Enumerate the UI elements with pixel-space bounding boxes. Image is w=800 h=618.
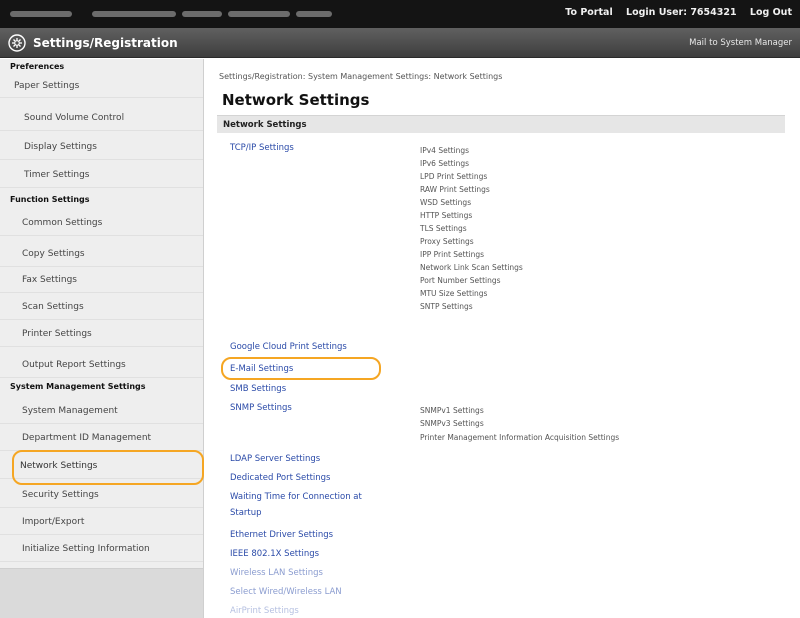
email-settings-highlight-ring <box>221 357 381 380</box>
link-dedicated-port-settings[interactable]: Dedicated Port Settings <box>230 473 331 483</box>
section-header-label: Network Settings <box>223 120 307 130</box>
sub-sntp-settings: SNTP Settings <box>420 302 473 311</box>
link-waiting-time-for-connection[interactable]: Waiting Time for Connection at <box>230 492 362 502</box>
sidebar-heading-preferences: Preferences <box>10 62 65 71</box>
blurred-text <box>228 11 290 17</box>
sub-proxy-settings: Proxy Settings <box>420 237 474 246</box>
link-smb-settings[interactable]: SMB Settings <box>230 384 286 394</box>
page-title: Network Settings <box>222 91 370 109</box>
sidebar-item-fax-settings[interactable]: Fax Settings <box>0 267 203 293</box>
to-portal-link[interactable]: To Portal <box>565 7 612 18</box>
top-links: To Portal Login User: 7654321 Log Out <box>555 7 792 18</box>
sidebar-item-timer-settings[interactable]: Timer Settings <box>0 162 203 188</box>
sidebar-item-output-report-settings[interactable]: Output Report Settings <box>0 352 203 378</box>
sub-ipv6-settings: IPv6 Settings <box>420 159 470 168</box>
sidebar: Preferences Paper Settings Sound Volume … <box>0 59 204 618</box>
link-ieee-8021x-settings[interactable]: IEEE 802.1X Settings <box>230 549 319 559</box>
sidebar-item-import-export[interactable]: Import/Export <box>0 509 203 535</box>
sidebar-highlight-ring <box>12 450 204 485</box>
sidebar-item-common-settings[interactable]: Common Settings <box>0 210 203 236</box>
blurred-text <box>296 11 332 17</box>
sub-tls-settings: TLS Settings <box>420 224 467 233</box>
blurred-text <box>182 11 222 17</box>
title-bar: Settings/Registration Mail to System Man… <box>0 28 800 58</box>
login-user-label: Login User: 7654321 <box>626 7 737 18</box>
page-header-title: Settings/Registration <box>33 36 178 50</box>
link-wireless-lan-settings[interactable]: Wireless LAN Settings <box>230 568 323 578</box>
sidebar-item-initialize-setting-information[interactable]: Initialize Setting Information <box>0 536 203 562</box>
breadcrumb: Settings/Registration: System Management… <box>219 72 503 81</box>
sidebar-item-system-management[interactable]: System Management <box>0 398 203 424</box>
sidebar-heading-system-management-settings: System Management Settings <box>10 382 146 391</box>
sub-snmpv3-settings: SNMPv3 Settings <box>420 419 484 428</box>
sub-mtu-size-settings: MTU Size Settings <box>420 289 488 298</box>
sub-port-number-settings: Port Number Settings <box>420 276 501 285</box>
link-waiting-time-startup[interactable]: Startup <box>230 508 262 518</box>
sidebar-item-security-settings[interactable]: Security Settings <box>0 482 203 508</box>
sub-http-settings: HTTP Settings <box>420 211 473 220</box>
main-content: Settings/Registration: System Management… <box>205 59 800 618</box>
section-header: Network Settings <box>217 115 785 133</box>
sub-lpd-print-settings: LPD Print Settings <box>420 172 488 181</box>
settings-icon <box>8 34 26 52</box>
sub-raw-print-settings: RAW Print Settings <box>420 185 490 194</box>
sidebar-heading-function-settings: Function Settings <box>10 195 90 204</box>
sidebar-item-department-id-management[interactable]: Department ID Management <box>0 425 203 451</box>
sub-ipv4-settings: IPv4 Settings <box>420 146 470 155</box>
top-bar: To Portal Login User: 7654321 Log Out <box>0 0 800 28</box>
link-google-cloud-print-settings[interactable]: Google Cloud Print Settings <box>230 342 347 352</box>
sub-ipp-print-settings: IPP Print Settings <box>420 250 485 259</box>
sidebar-item-paper-settings[interactable]: Paper Settings <box>0 74 203 98</box>
blurred-text <box>92 11 176 17</box>
mail-to-system-manager-link[interactable]: Mail to System Manager <box>689 38 792 48</box>
sidebar-item-display-settings[interactable]: Display Settings <box>0 134 203 160</box>
sidebar-footer <box>0 568 203 618</box>
sidebar-item-scan-settings[interactable]: Scan Settings <box>0 294 203 320</box>
sub-wsd-settings: WSD Settings <box>420 198 472 207</box>
sub-network-link-scan-settings: Network Link Scan Settings <box>420 263 523 272</box>
link-ldap-server-settings[interactable]: LDAP Server Settings <box>230 454 320 464</box>
link-ethernet-driver-settings[interactable]: Ethernet Driver Settings <box>230 530 333 540</box>
sidebar-item-printer-settings[interactable]: Printer Settings <box>0 321 203 347</box>
sidebar-item-sound-volume-control[interactable]: Sound Volume Control <box>0 105 203 131</box>
link-select-wired-wireless-lan[interactable]: Select Wired/Wireless LAN <box>230 587 342 597</box>
sub-snmpv1-settings: SNMPv1 Settings <box>420 406 484 415</box>
link-airprint-settings[interactable]: AirPrint Settings <box>230 606 299 616</box>
link-snmp-settings[interactable]: SNMP Settings <box>230 403 292 413</box>
sub-printer-management-info-acquisition: Printer Management Information Acquisiti… <box>420 433 620 442</box>
link-tcpip-settings[interactable]: TCP/IP Settings <box>230 143 294 153</box>
log-out-link[interactable]: Log Out <box>750 7 792 18</box>
blurred-text <box>10 11 72 17</box>
sidebar-item-copy-settings[interactable]: Copy Settings <box>0 241 203 267</box>
